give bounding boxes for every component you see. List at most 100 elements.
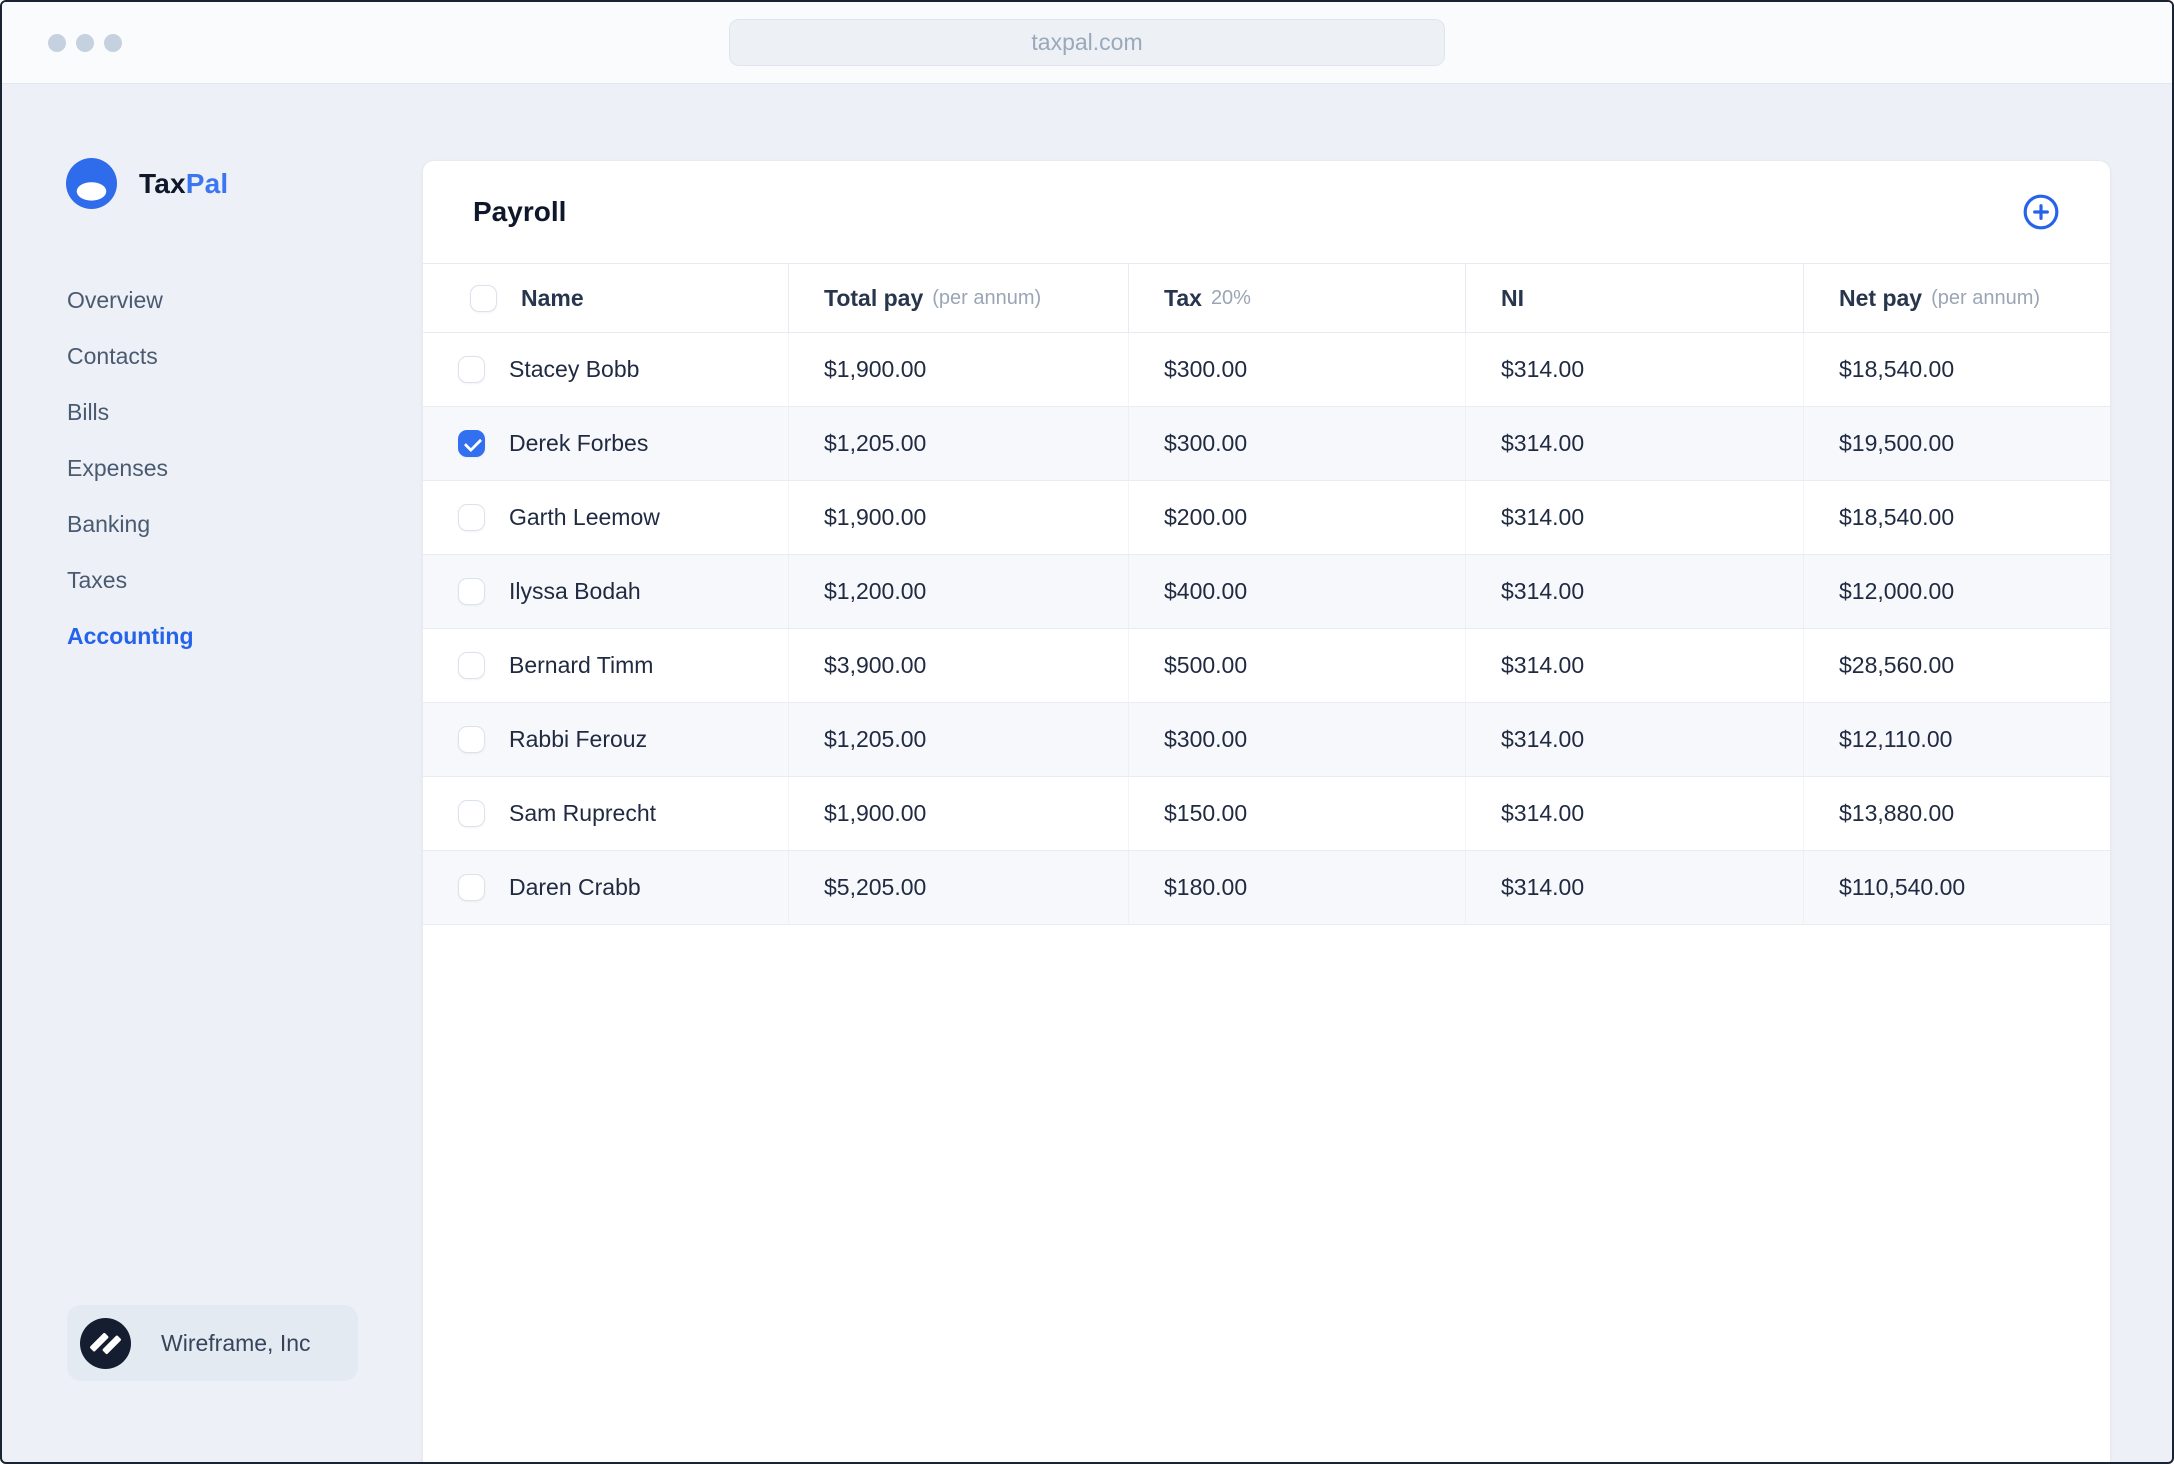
employee-name: Ilyssa Bodah	[509, 578, 641, 604]
taxpal-logo-icon	[66, 158, 117, 209]
net-pay-cell: $18,540.00	[1803, 481, 2110, 554]
column-sublabel: (per annum)	[932, 286, 1042, 309]
net-pay-cell: $110,540.00	[1803, 851, 2110, 924]
window-dot-icon	[48, 33, 66, 52]
table-row: Daren Crabb $5,205.00 $180.00 $314.00 $1…	[423, 851, 2110, 925]
column-sublabel: (per annum)	[1931, 286, 2041, 309]
wireframe-logo-icon	[80, 1317, 131, 1369]
sidebar-nav: Overview Contacts Bills Expenses Banking…	[67, 272, 194, 664]
net-pay-cell: $13,880.00	[1803, 777, 2110, 850]
window-control-dots	[48, 33, 122, 52]
column-label: Net pay	[1839, 284, 1923, 311]
add-entry-button[interactable]	[2022, 193, 2060, 231]
ni-cell: $314.00	[1465, 555, 1803, 628]
total-pay-cell: $1,900.00	[788, 481, 1128, 554]
column-label: NI	[1501, 284, 1524, 311]
net-pay-cell: $12,000.00	[1803, 555, 2110, 628]
employee-name: Derek Forbes	[509, 430, 649, 456]
page-title: Payroll	[473, 196, 567, 227]
brand-logo-row: TaxPal	[66, 158, 228, 209]
ni-cell: $314.00	[1465, 629, 1803, 702]
column-label: Name	[521, 284, 584, 311]
total-pay-cell: $1,205.00	[788, 407, 1128, 480]
row-checkbox[interactable]	[458, 504, 485, 531]
row-checkbox[interactable]	[458, 726, 485, 753]
net-pay-cell: $12,110.00	[1803, 703, 2110, 776]
net-pay-cell: $28,560.00	[1803, 629, 2110, 702]
column-header-tax: Tax 20%	[1128, 264, 1465, 332]
total-pay-cell: $1,900.00	[788, 777, 1128, 850]
table-row: Garth Leemow $1,900.00 $200.00 $314.00 $…	[423, 481, 2110, 555]
sidebar-item-expenses[interactable]: Expenses	[67, 440, 194, 496]
ni-cell: $314.00	[1465, 703, 1803, 776]
column-header-net-pay: Net pay (per annum)	[1803, 264, 2110, 332]
ni-cell: $314.00	[1465, 481, 1803, 554]
select-all-checkbox[interactable]	[470, 284, 497, 312]
column-header-total-pay: Total pay (per annum)	[788, 264, 1128, 332]
column-header-name: Name	[423, 264, 788, 332]
browser-topbar: taxpal.com	[2, 2, 2172, 84]
tax-cell: $200.00	[1128, 481, 1465, 554]
table-row: Bernard Timm $3,900.00 $500.00 $314.00 $…	[423, 629, 2110, 703]
card-header: Payroll	[423, 161, 2110, 263]
tax-cell: $300.00	[1128, 407, 1465, 480]
sidebar-item-bills[interactable]: Bills	[67, 384, 194, 440]
column-sublabel: 20%	[1210, 286, 1251, 309]
total-pay-cell: $1,205.00	[788, 703, 1128, 776]
row-checkbox[interactable]	[458, 874, 485, 901]
brand-name-secondary: Pal	[185, 167, 229, 199]
organization-name: Wireframe, Inc	[161, 1329, 311, 1356]
employee-name: Sam Ruprecht	[509, 800, 657, 826]
total-pay-cell: $1,200.00	[788, 555, 1128, 628]
tax-cell: $300.00	[1128, 703, 1465, 776]
organization-switcher[interactable]: Wireframe, Inc	[67, 1305, 358, 1381]
table-body: Stacey Bobb $1,900.00 $300.00 $314.00 $1…	[423, 333, 2110, 925]
brand-wordmark: TaxPal	[139, 168, 228, 200]
ni-cell: $314.00	[1465, 851, 1803, 924]
employee-name: Garth Leemow	[509, 504, 660, 530]
net-pay-cell: $18,540.00	[1803, 333, 2110, 406]
row-checkbox[interactable]	[458, 652, 485, 679]
row-checkbox[interactable]	[458, 578, 485, 605]
row-checkbox[interactable]	[458, 430, 485, 457]
sidebar-item-banking[interactable]: Banking	[67, 496, 194, 552]
url-text: taxpal.com	[1031, 29, 1143, 55]
ni-cell: $314.00	[1465, 777, 1803, 850]
column-label: Total pay	[824, 284, 924, 311]
window-dot-icon	[104, 33, 122, 52]
net-pay-cell: $19,500.00	[1803, 407, 2110, 480]
column-header-ni: NI	[1465, 264, 1803, 332]
row-checkbox[interactable]	[458, 356, 485, 383]
employee-name: Daren Crabb	[509, 874, 641, 900]
sidebar-item-accounting[interactable]: Accounting	[67, 608, 194, 664]
total-pay-cell: $3,900.00	[788, 629, 1128, 702]
tax-cell: $500.00	[1128, 629, 1465, 702]
row-checkbox[interactable]	[458, 800, 485, 827]
sidebar-item-taxes[interactable]: Taxes	[67, 552, 194, 608]
tax-cell: $400.00	[1128, 555, 1465, 628]
ni-cell: $314.00	[1465, 333, 1803, 406]
url-bar[interactable]: taxpal.com	[729, 19, 1445, 66]
sidebar-item-contacts[interactable]: Contacts	[67, 328, 194, 384]
employee-name: Stacey Bobb	[509, 356, 640, 382]
window-dot-icon	[76, 33, 94, 52]
table-row: Rabbi Ferouz $1,205.00 $300.00 $314.00 $…	[423, 703, 2110, 777]
plus-circle-icon	[2022, 193, 2060, 231]
employee-name: Rabbi Ferouz	[509, 726, 648, 752]
tax-cell: $180.00	[1128, 851, 1465, 924]
tax-cell: $300.00	[1128, 333, 1465, 406]
payroll-card: Payroll Name Total pay (per annum) Tax 2…	[422, 160, 2111, 1462]
employee-name: Bernard Timm	[509, 652, 654, 678]
sidebar-item-overview[interactable]: Overview	[67, 272, 194, 328]
table-row: Ilyssa Bodah $1,200.00 $400.00 $314.00 $…	[423, 555, 2110, 629]
total-pay-cell: $1,900.00	[788, 333, 1128, 406]
sidebar: TaxPal Overview Contacts Bills Expenses …	[2, 84, 422, 1462]
brand-name-primary: Tax	[139, 167, 186, 199]
table-row: Stacey Bobb $1,900.00 $300.00 $314.00 $1…	[423, 333, 2110, 407]
app-window: taxpal.com TaxPal Overview Contacts Bill…	[0, 0, 2174, 1464]
table-row: Sam Ruprecht $1,900.00 $150.00 $314.00 $…	[423, 777, 2110, 851]
column-label: Tax	[1164, 284, 1202, 311]
table-header-row: Name Total pay (per annum) Tax 20% NI Ne…	[423, 263, 2110, 333]
tax-cell: $150.00	[1128, 777, 1465, 850]
table-row: Derek Forbes $1,205.00 $300.00 $314.00 $…	[423, 407, 2110, 481]
